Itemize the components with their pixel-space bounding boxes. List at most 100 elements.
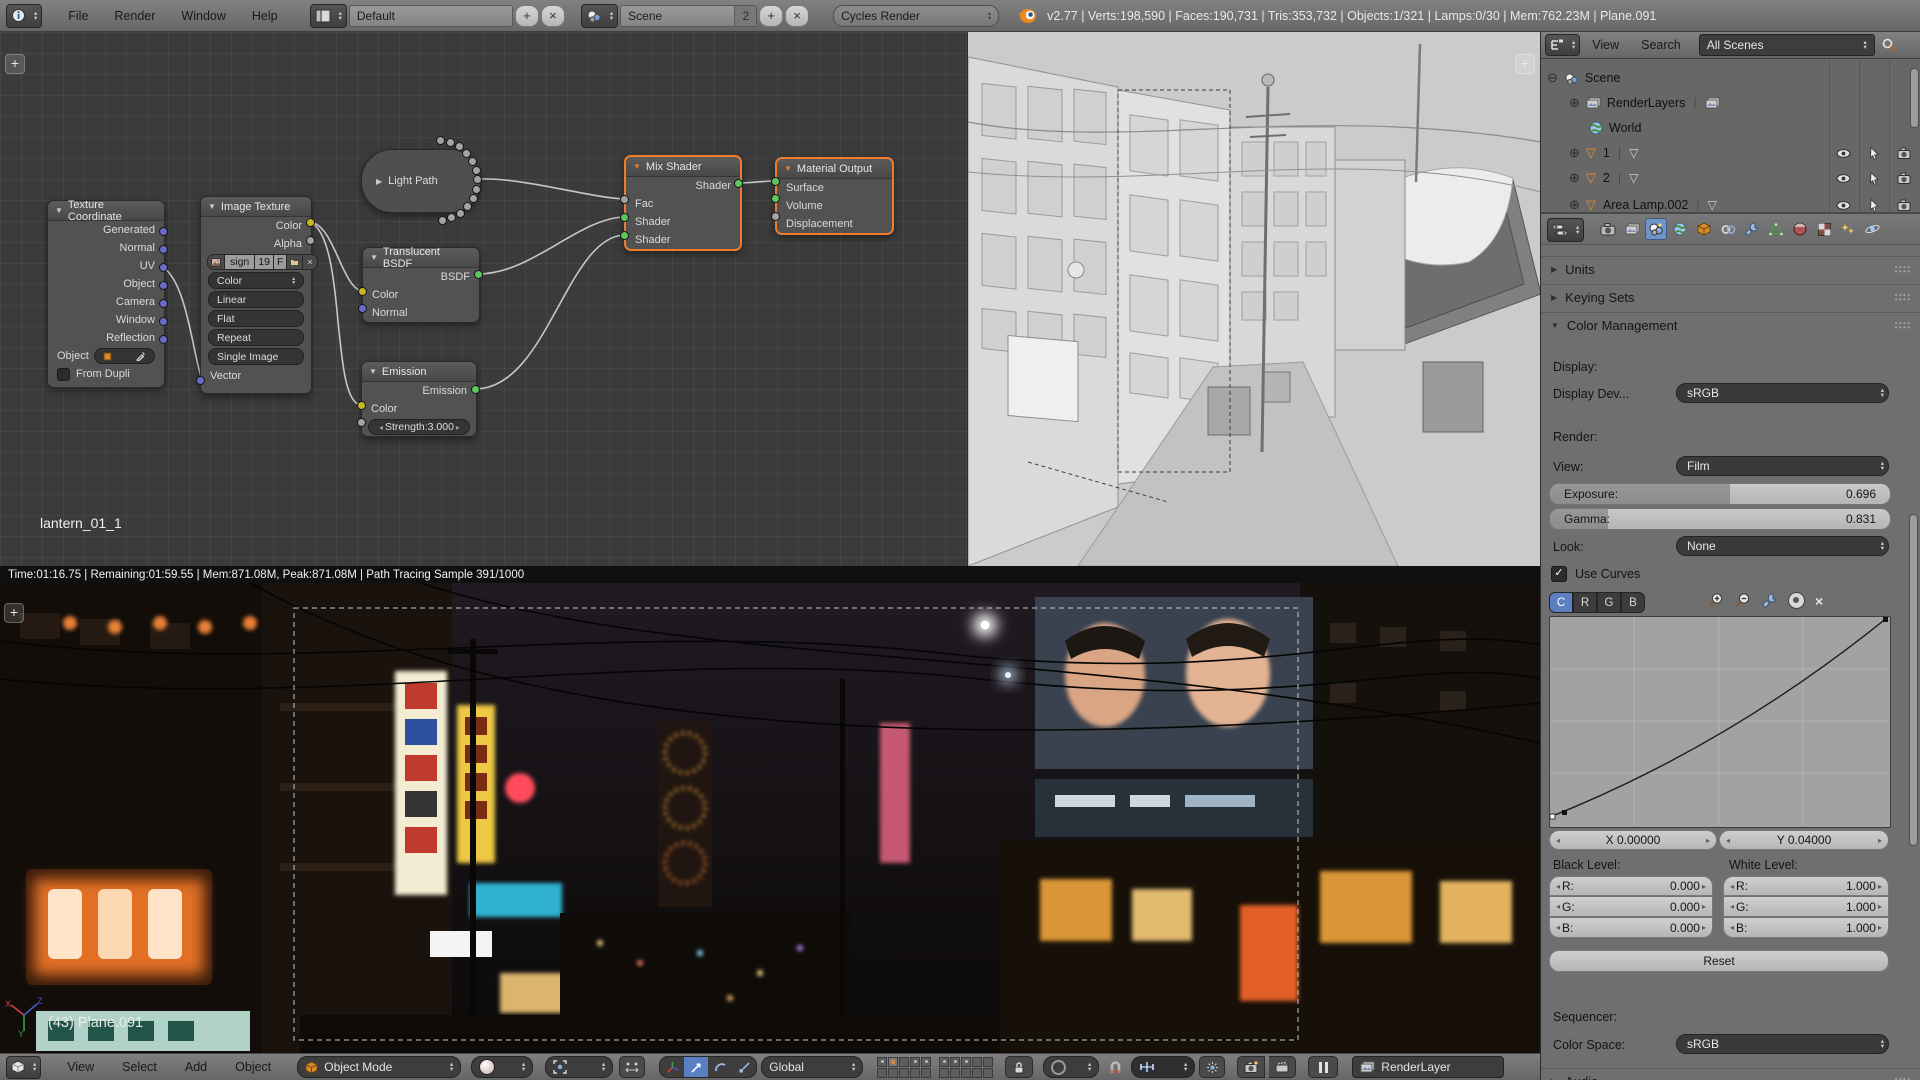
socket[interactable] bbox=[463, 202, 472, 211]
node-emission[interactable]: ▼ Emission Emission Color ◂ Strength: 3.0… bbox=[361, 361, 477, 437]
socket[interactable] bbox=[771, 194, 780, 203]
socket[interactable] bbox=[159, 245, 168, 254]
add-layout-button[interactable]: + bbox=[514, 4, 539, 27]
viewport-shading-select[interactable]: ▴ ▾ bbox=[471, 1056, 534, 1078]
socket[interactable] bbox=[358, 287, 367, 296]
selectability-cursor-icon[interactable] bbox=[1868, 146, 1880, 160]
gamma-slider[interactable]: Gamma: 0.831 bbox=[1549, 508, 1891, 530]
manipulator-scale-toggle[interactable] bbox=[732, 1057, 756, 1077]
socket[interactable] bbox=[357, 401, 366, 410]
editor-type-info-button[interactable]: ▴ ▾ bbox=[6, 3, 43, 28]
region-expand-button[interactable]: + bbox=[4, 603, 24, 623]
socket[interactable] bbox=[436, 136, 445, 145]
search-icon[interactable] bbox=[1881, 37, 1897, 53]
curve-tools-wrench-icon[interactable] bbox=[1761, 592, 1778, 609]
menu-window[interactable]: Window bbox=[169, 9, 237, 23]
mode-select[interactable]: Object Mode ▴ ▾ bbox=[297, 1056, 462, 1078]
socket[interactable] bbox=[446, 138, 455, 147]
visibility-eye-icon[interactable] bbox=[1836, 200, 1851, 211]
panel-grip[interactable] bbox=[1894, 293, 1911, 301]
visibility-eye-icon[interactable] bbox=[1836, 148, 1851, 159]
channel-blue-button[interactable]: B bbox=[1621, 592, 1645, 613]
render-engine-select[interactable]: Cycles Render ▴ ▾ bbox=[833, 4, 1000, 27]
black-level-r-field[interactable]: ◂ R: 0.000 ▸ bbox=[1549, 876, 1713, 896]
socket[interactable] bbox=[159, 299, 168, 308]
manipulator-axes-toggle[interactable] bbox=[660, 1057, 684, 1077]
source-select[interactable]: Single Image bbox=[208, 348, 304, 365]
panel-grip[interactable] bbox=[1894, 321, 1911, 329]
delete-layout-button[interactable]: × bbox=[540, 4, 565, 27]
collapse-icon[interactable]: ▼ bbox=[55, 206, 63, 215]
node-translucent-bsdf[interactable]: ▼ Translucent BSDF BSDF Color Normal bbox=[362, 246, 480, 323]
lock-to-scene-toggle[interactable] bbox=[1005, 1056, 1034, 1078]
outliner-row-world[interactable]: World bbox=[1541, 116, 1641, 140]
from-dupli-checkbox[interactable] bbox=[57, 367, 70, 381]
collapse-icon[interactable]: ▼ bbox=[370, 253, 378, 262]
outliner-scrollbar[interactable] bbox=[1910, 68, 1919, 128]
panel-grip[interactable] bbox=[1894, 265, 1911, 273]
zoom-out-icon[interactable] bbox=[1734, 592, 1751, 609]
menu-add[interactable]: Add bbox=[173, 1060, 219, 1074]
outliner-row-object-2[interactable]: ⊕ ▽ 2 | ▽ bbox=[1541, 166, 1920, 190]
panel-keying-sets[interactable]: ▶ Keying Sets bbox=[1541, 284, 1920, 309]
white-level-g-field[interactable]: ◂ G: 1.000 ▸ bbox=[1723, 897, 1889, 917]
renderability-camera-icon[interactable] bbox=[1897, 147, 1911, 159]
tab-object[interactable] bbox=[1693, 218, 1715, 240]
socket[interactable] bbox=[159, 317, 168, 326]
collapse-icon[interactable]: ▼ bbox=[369, 367, 377, 376]
screen-layout-icon-button[interactable]: ▴ ▾ bbox=[309, 3, 347, 28]
use-curves-checkbox[interactable]: ✓ bbox=[1551, 566, 1567, 582]
projection-select[interactable]: Flat bbox=[208, 310, 304, 327]
panel-units[interactable]: ▶ Units bbox=[1541, 256, 1920, 281]
tab-scene[interactable] bbox=[1645, 218, 1667, 240]
renderability-camera-icon[interactable] bbox=[1897, 199, 1911, 211]
channel-green-button[interactable]: G bbox=[1597, 592, 1621, 613]
menu-view[interactable]: View bbox=[1582, 38, 1629, 52]
add-scene-button[interactable]: + bbox=[759, 4, 784, 27]
white-level-r-field[interactable]: ◂ R: 1.000 ▸ bbox=[1723, 876, 1889, 896]
color-space-select[interactable]: Color ▴ ▾ bbox=[208, 272, 304, 289]
image-users-button[interactable]: 19 bbox=[255, 254, 274, 270]
snap-element-select[interactable]: ▴ ▾ bbox=[1131, 1056, 1196, 1078]
collapse-icon[interactable]: ▼ bbox=[208, 202, 216, 211]
tab-constraints[interactable] bbox=[1717, 218, 1739, 240]
display-device-select[interactable]: sRGB ▴ ▾ bbox=[1676, 383, 1889, 403]
socket[interactable] bbox=[620, 213, 629, 222]
region-expand-button[interactable]: + bbox=[1515, 54, 1535, 74]
expand-toggle[interactable]: ⊕ bbox=[1569, 170, 1580, 186]
extension-select[interactable]: Repeat bbox=[208, 329, 304, 346]
scene-name-field[interactable]: Scene 2 bbox=[620, 4, 758, 27]
strength-field[interactable]: ◂ Strength: 3.000 ▸ bbox=[368, 419, 470, 435]
pause-render-preview-button[interactable] bbox=[1308, 1056, 1339, 1078]
socket[interactable] bbox=[438, 216, 447, 225]
interpolation-select[interactable]: Linear bbox=[208, 291, 304, 308]
curve-point-x-field[interactable]: ◂ X 0.00000 ▸ bbox=[1549, 830, 1717, 850]
region-expand-button[interactable]: + bbox=[5, 54, 25, 74]
renderability-camera-icon[interactable] bbox=[1897, 172, 1911, 184]
expand-toggle[interactable]: ⊕ bbox=[1569, 197, 1580, 212]
image-browse-button[interactable] bbox=[207, 254, 225, 270]
tab-modifiers[interactable] bbox=[1741, 218, 1763, 240]
snap-peel-object-toggle[interactable] bbox=[1199, 1056, 1226, 1078]
menu-search[interactable]: Search bbox=[1631, 38, 1691, 52]
collapse-icon[interactable]: ▼ bbox=[784, 164, 792, 173]
socket[interactable] bbox=[771, 212, 780, 221]
socket[interactable] bbox=[474, 270, 483, 279]
socket[interactable] bbox=[159, 263, 168, 272]
socket[interactable] bbox=[620, 195, 629, 204]
zoom-in-icon[interactable] bbox=[1707, 592, 1724, 609]
socket[interactable] bbox=[734, 179, 743, 188]
delete-scene-button[interactable]: × bbox=[785, 4, 810, 27]
socket[interactable] bbox=[357, 418, 366, 427]
outliner-row-object-3[interactable]: ⊕ ▽ Area Lamp.002 | ▽ bbox=[1541, 193, 1920, 212]
eyedropper-icon[interactable] bbox=[136, 351, 146, 361]
black-level-b-field[interactable]: ◂ B: 0.000 ▸ bbox=[1549, 918, 1713, 938]
menu-file[interactable]: File bbox=[56, 9, 100, 23]
white-level-b-field[interactable]: ◂ B: 1.000 ▸ bbox=[1723, 918, 1889, 938]
socket[interactable] bbox=[620, 231, 629, 240]
expand-toggle[interactable]: ⊕ bbox=[1569, 145, 1580, 161]
socket[interactable] bbox=[447, 213, 456, 222]
scene-users-count[interactable]: 2 bbox=[734, 5, 757, 26]
outliner-row-object-1[interactable]: ⊕ ▽ 1 | ▽ bbox=[1541, 141, 1920, 165]
editor-type-outliner-button[interactable]: ▴ ▾ bbox=[1545, 34, 1581, 56]
